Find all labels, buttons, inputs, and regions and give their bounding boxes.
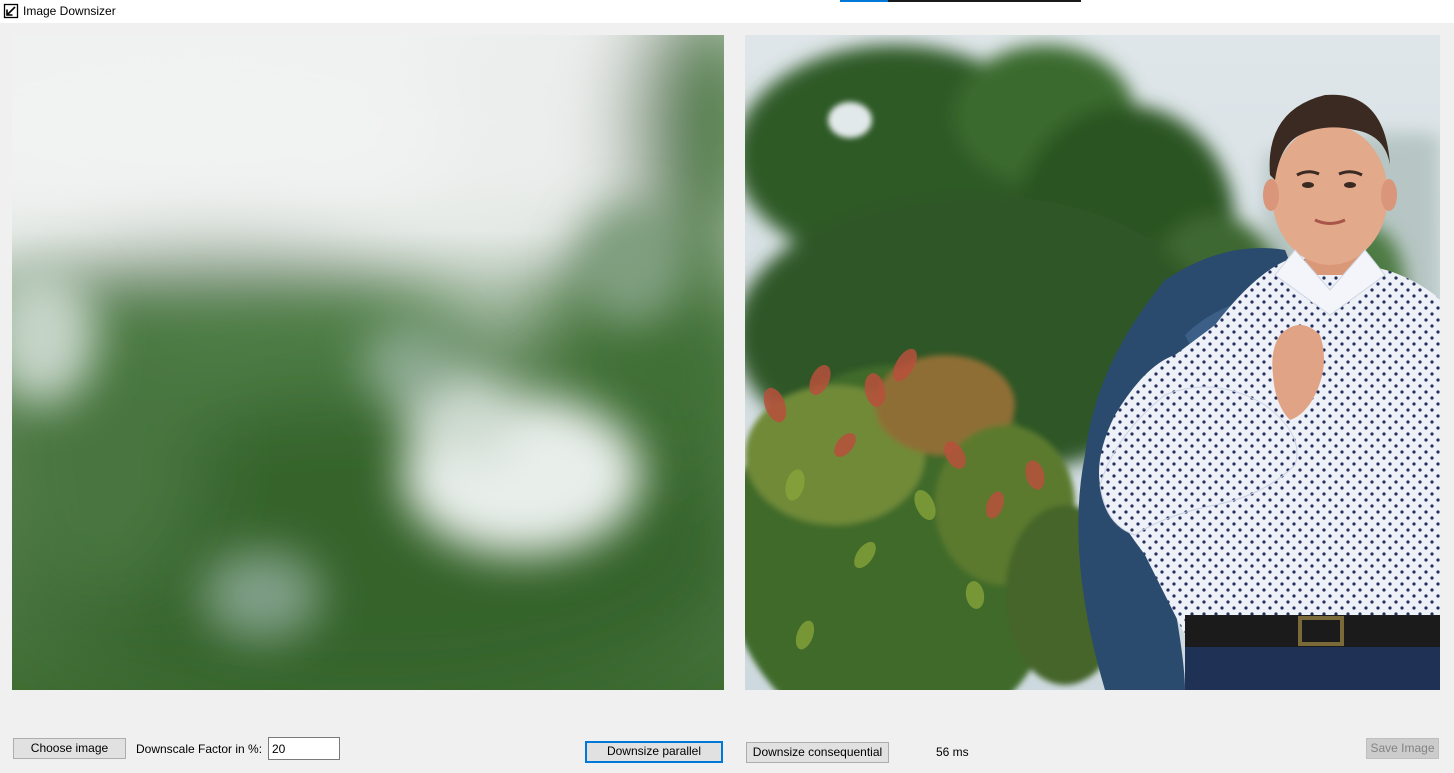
title-accent-line — [888, 0, 1081, 2]
original-image — [745, 35, 1440, 690]
elapsed-time-label: 56 ms — [936, 745, 969, 759]
downsize-consequential-button[interactable]: Downsize consequential — [746, 742, 889, 763]
downscaled-image-view — [12, 35, 724, 690]
title-bar: Image Downsizer — [0, 0, 1454, 23]
resize-arrow-icon — [3, 3, 19, 19]
downscale-factor-label: Downscale Factor in %: — [136, 742, 263, 756]
downscale-factor-input[interactable] — [268, 737, 340, 760]
original-image-view — [745, 35, 1440, 690]
title-accent-bar — [840, 0, 888, 2]
choose-image-button[interactable]: Choose image — [13, 738, 126, 759]
save-image-button[interactable]: Save Image — [1366, 738, 1439, 759]
downsize-parallel-button[interactable]: Downsize parallel — [585, 741, 723, 763]
downscaled-image — [12, 35, 724, 690]
window-title: Image Downsizer — [23, 4, 116, 18]
